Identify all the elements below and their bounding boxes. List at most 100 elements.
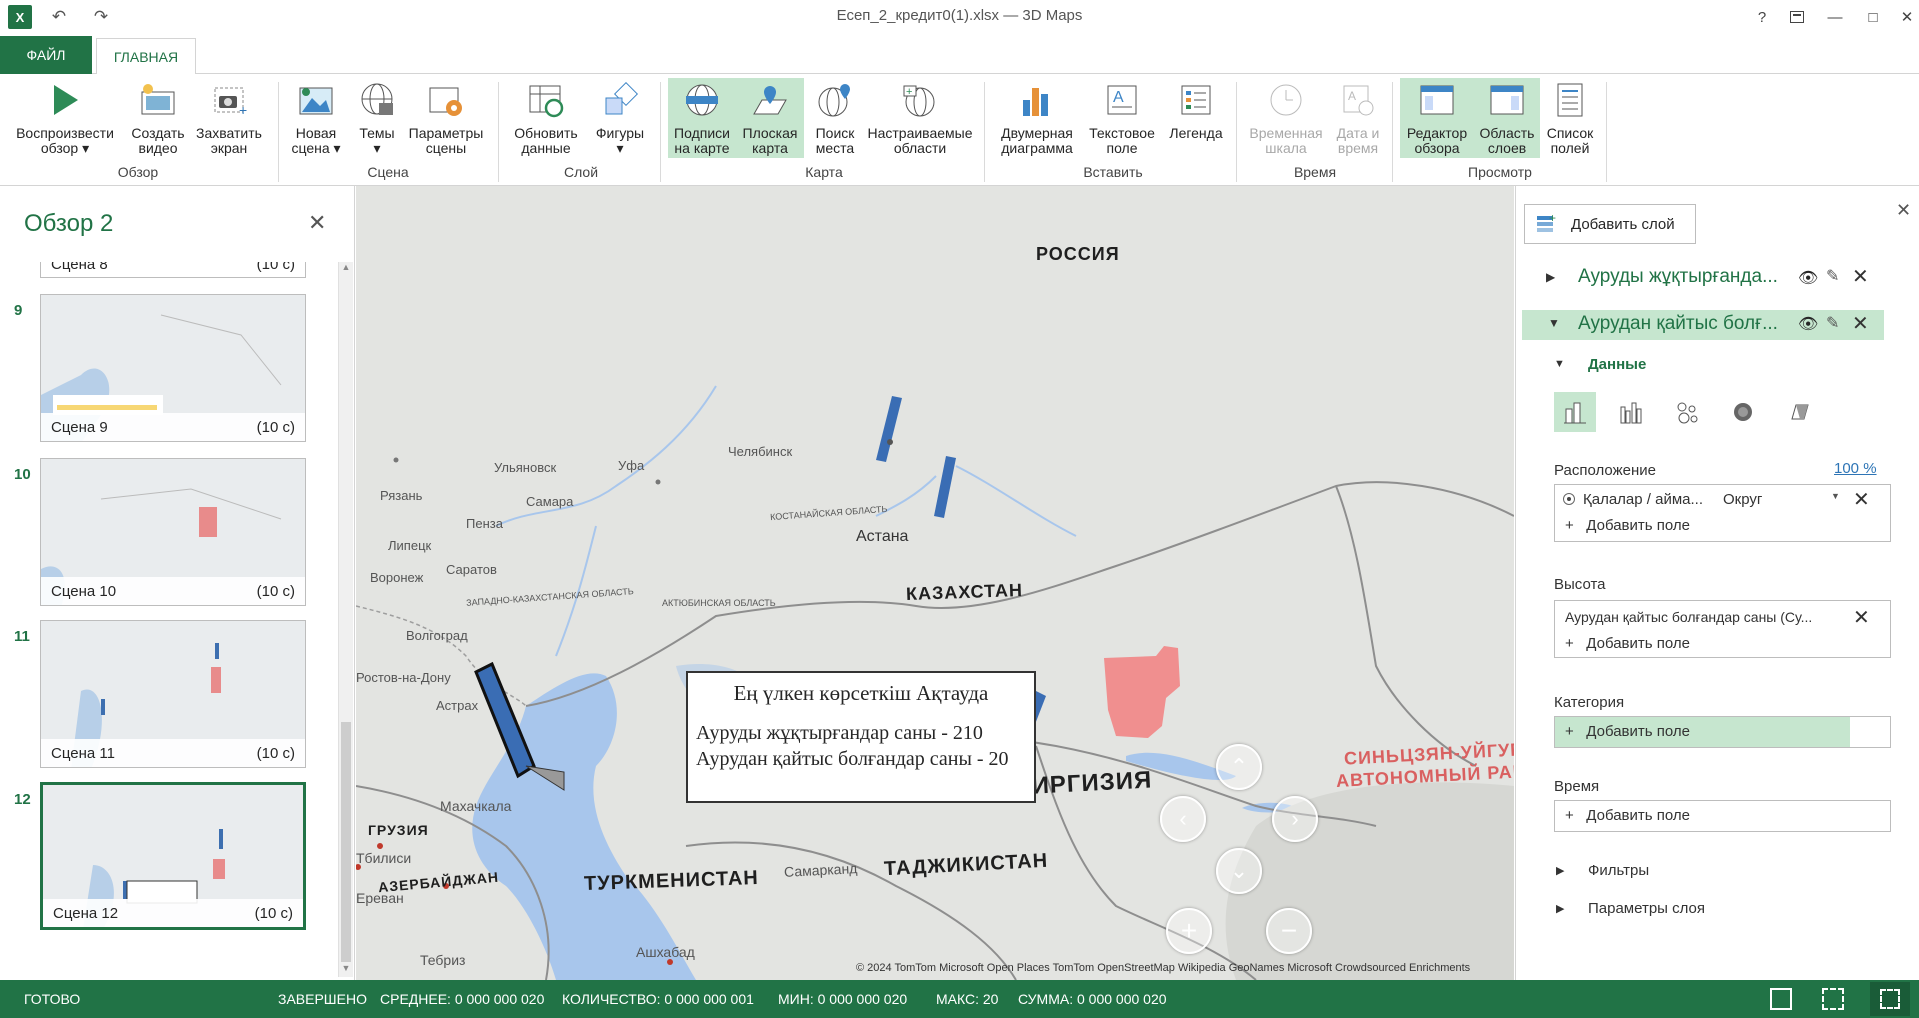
shapes-button[interactable]: Фигуры ▾ (590, 78, 650, 158)
chevron-left-icon: ‹ (1179, 806, 1187, 831)
help-button[interactable]: ? (1747, 4, 1777, 30)
location-accuracy-link[interactable]: 100 % (1834, 460, 1877, 477)
scene-thumb-8[interactable]: Сцена 8 (10 с) (40, 262, 306, 278)
scene-duration: (10 с) (256, 744, 295, 762)
map-attribution: © 2024 TomTom Microsoft Open Places TomT… (856, 962, 1471, 974)
chart-2d-label-2: диаграмма (1001, 140, 1073, 156)
rotate-left-button[interactable]: ‹ (1160, 796, 1206, 842)
play-tour-button[interactable]: Воспроизвести обзор ▾ (10, 78, 120, 158)
rotate-right-button[interactable]: › (1272, 796, 1318, 842)
eye-icon[interactable]: 👁 (1798, 268, 1818, 288)
zoom-out-button[interactable]: − (1266, 908, 1312, 954)
layer2-row[interactable]: ▼ Аурудан қайтыс болғ... 👁 ✎ ✕ (1522, 310, 1884, 340)
chart-2d-button[interactable]: Двумерная диаграмма (994, 78, 1080, 158)
map-canvas[interactable]: РОССИЯ КАЗАХСТАН КИРГИЗИЯ ТАДЖИКИСТАН ТУ… (356, 186, 1514, 980)
pencil-icon[interactable]: ✎ (1826, 313, 1839, 333)
region-button[interactable] (1778, 392, 1820, 432)
custom-regions-button[interactable]: + Настраиваемые области (864, 78, 976, 158)
capture-screen-button[interactable]: + Захватить экран (194, 78, 264, 158)
scene-thumb-10[interactable]: Сцена 10 (10 с) (40, 458, 306, 606)
fullscreen-icon[interactable] (1822, 988, 1844, 1010)
collapse-layer2-icon[interactable]: ▼ (1548, 316, 1560, 330)
tooltip-line-infected: Ауруды жұқтырғандар саны - 210 (696, 722, 983, 744)
tilt-down-button[interactable]: ⌄ (1216, 848, 1262, 894)
window-title: Есеп_2_кредит0(1).xlsx — 3D Maps (836, 7, 1083, 24)
delete-layer1-icon[interactable]: ✕ (1852, 264, 1869, 289)
close-button[interactable]: ✕ (1892, 4, 1919, 30)
tour-editor-label-2: обзора (1414, 140, 1460, 156)
collapse-data-icon[interactable]: ▼ (1554, 358, 1565, 370)
expand-filters-icon[interactable]: ▶ (1556, 864, 1564, 877)
map-labels-button[interactable]: Подписи на карте (668, 78, 736, 158)
clustered-column-button[interactable] (1610, 392, 1652, 432)
restore-ribbon-button[interactable] (1782, 4, 1812, 30)
heatmap-button[interactable] (1722, 392, 1764, 432)
filters-section[interactable]: Фильтры (1588, 862, 1649, 879)
maximize-button[interactable]: □ (1858, 4, 1888, 30)
pencil-icon[interactable]: ✎ (1826, 266, 1839, 286)
scroll-thumb[interactable] (341, 722, 351, 962)
bar-chart-icon (1015, 78, 1059, 122)
tab-file[interactable]: ФАЙЛ (0, 36, 92, 74)
delete-layer2-icon[interactable]: ✕ (1852, 311, 1869, 336)
expand-layer-options-icon[interactable]: ▶ (1556, 902, 1564, 915)
themes-button[interactable]: Темы ▾ (352, 78, 402, 158)
close-tour-panel-icon[interactable]: ✕ (308, 210, 326, 236)
layer-pane-button[interactable]: Область слоев (1474, 78, 1540, 158)
flat-map-button[interactable]: Плоская карта (736, 78, 804, 158)
eye-icon[interactable]: 👁 (1798, 314, 1818, 334)
scene-thumb-9[interactable]: Сцена 9 (10 с) (40, 294, 306, 442)
category-label: Категория (1554, 694, 1625, 711)
minimize-button[interactable]: — (1820, 4, 1850, 30)
text-box-button[interactable]: A Текстовое поле (1084, 78, 1160, 158)
layer-options-section[interactable]: Параметры слоя (1588, 900, 1705, 917)
region-icon (1791, 404, 1809, 420)
add-height-field[interactable]: + Добавить поле (1565, 635, 1690, 652)
add-category-field[interactable]: + Добавить поле (1565, 723, 1690, 740)
expand-layer1-icon[interactable]: ▶ (1546, 270, 1555, 284)
tab-home[interactable]: ГЛАВНАЯ (96, 38, 196, 75)
close-layer-pane-icon[interactable]: ✕ (1896, 200, 1911, 221)
tour-editor-button[interactable]: Редактор обзора (1400, 78, 1474, 158)
remove-height-field-icon[interactable]: ✕ (1853, 605, 1870, 630)
layer1-name[interactable]: Ауруды жұқтырғанда... (1578, 266, 1778, 288)
layer-pane-label-2: слоев (1487, 140, 1527, 156)
refresh-data-button[interactable]: Обновить данные (506, 78, 586, 158)
map-label-georgia: ГРУЗИЯ (368, 822, 429, 838)
location-field-type[interactable]: Округ (1723, 491, 1762, 508)
location-radio[interactable] (1563, 493, 1575, 505)
date-time-button[interactable]: A Дата и время (1330, 78, 1386, 158)
legend-button[interactable]: Легенда (1164, 78, 1228, 158)
add-time-field[interactable]: + Добавить поле (1565, 807, 1690, 824)
timeline-button[interactable]: Временная шкала (1244, 78, 1328, 158)
normal-view-icon[interactable] (1770, 988, 1792, 1010)
height-field-name[interactable]: Аурудан қайтыс болғандар саны (Су... (1565, 609, 1835, 625)
scene-thumb-12[interactable]: Сцена 12 (10 с) (40, 782, 306, 930)
scroll-down-icon[interactable]: ▼ (339, 963, 353, 977)
create-video-button[interactable]: Создать видео (126, 78, 190, 158)
legend-icon (1174, 78, 1218, 122)
svg-text:A: A (1113, 89, 1124, 106)
scene-thumb-11[interactable]: Сцена 11 (10 с) (40, 620, 306, 768)
zoom-to-fit-button[interactable] (1870, 982, 1910, 1016)
add-location-field[interactable]: + Добавить поле (1565, 517, 1690, 534)
bubble-button[interactable] (1666, 392, 1708, 432)
ribbon-separator (498, 82, 499, 182)
layer-pane-label-1: Область (1479, 125, 1535, 141)
layer2-name[interactable]: Аурудан қайтыс болғ... (1578, 313, 1778, 335)
find-location-button[interactable]: Поиск места (806, 78, 864, 158)
map-label-chelyabinsk: Челябинск (728, 444, 793, 459)
stacked-column-button[interactable] (1554, 392, 1596, 432)
capture-screen-label-1: Захватить (196, 125, 262, 141)
add-field-label: Добавить поле (1586, 807, 1690, 824)
new-scene-button[interactable]: Новая сцена ▾ (284, 78, 348, 158)
scroll-up-icon[interactable]: ▲ (339, 262, 353, 276)
tilt-up-button[interactable]: ⌃ (1216, 744, 1262, 790)
zoom-in-button[interactable]: + (1166, 908, 1212, 954)
scene-options-button[interactable]: Параметры сцены (404, 78, 488, 158)
location-type-dropdown-icon[interactable]: ▼ (1831, 491, 1840, 501)
remove-location-field-icon[interactable]: ✕ (1853, 487, 1870, 512)
tour-scrollbar[interactable]: ▲ ▼ (338, 262, 353, 977)
field-list-button[interactable]: Список полей (1542, 78, 1598, 158)
add-layer-button[interactable]: + Добавить слой (1524, 204, 1696, 244)
